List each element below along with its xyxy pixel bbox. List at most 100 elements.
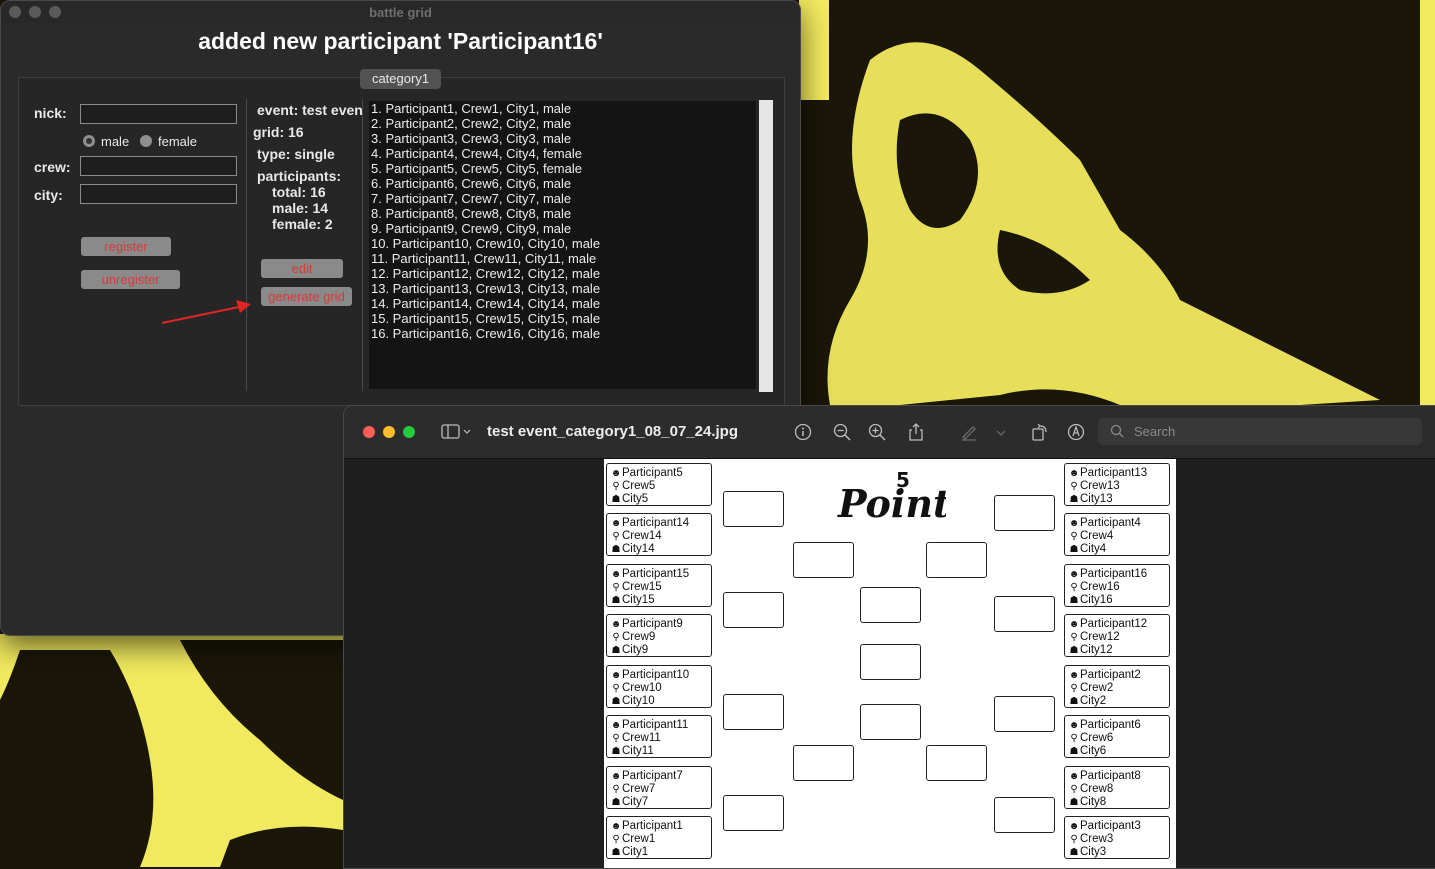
bracket-slot [723,491,784,527]
card-crew-row: ⚲ Crew6 [1068,732,1113,745]
card-crew-row: ⚲ Crew5 [610,480,655,493]
share-icon[interactable] [906,422,926,442]
card-city-row: ☗ City3 [1068,846,1107,859]
card-city-row: ☗ City14 [610,543,655,556]
people-icon: ☗ [1069,696,1079,707]
list-item[interactable]: 6. Participant6, Crew6, City6, male [369,176,756,191]
rotate-icon[interactable] [1030,422,1050,442]
zoom-out-icon[interactable] [832,422,852,442]
bracket-slot [793,745,854,781]
card-crew: Crew15 [622,581,662,593]
participant-card: ☻Participant6 ⚲ Crew6 ☗ City6 [1064,715,1170,758]
nick-field[interactable] [80,104,237,124]
markup-pen-icon[interactable] [959,422,979,442]
sidebar-icon[interactable] [440,422,474,442]
generate-grid-button[interactable]: generate grid [261,287,352,306]
register-button[interactable]: register [81,237,171,256]
window-title: battle grid [369,5,432,20]
card-name: Participant9 [622,618,683,630]
people-icon: ☗ [1069,595,1079,606]
people-icon: ☗ [611,544,621,555]
card-crew-row: ⚲ Crew9 [610,631,655,644]
minimize-button[interactable] [383,426,395,438]
card-city: City4 [1080,543,1107,555]
file-name: test event_category1_08_07_24.jpg [487,423,738,440]
card-crew-row: ⚲ Crew14 [610,530,661,543]
card-city-row: ☗ City9 [610,644,649,657]
avatar-icon: ☻ [1068,670,1080,681]
city-field[interactable] [80,184,237,204]
participant-card: ☻Participant12 ⚲ Crew12 ☗ City12 [1064,614,1170,657]
people-icon: ☗ [1069,645,1079,656]
list-item[interactable]: 12. Participant12, Crew12, City12, male [369,266,756,281]
list-item[interactable]: 14. Participant14, Crew14, City14, male [369,296,756,311]
card-city-row: ☗ City10 [610,695,655,708]
card-name-row: ☻Participant10 [610,669,689,682]
unregister-button[interactable]: unregister [81,270,180,289]
card-city-row: ☗ City1 [610,846,649,859]
chevron-down-icon[interactable] [994,422,1008,442]
participant-card: ☻Participant3 ⚲ Crew3 ☗ City3 [1064,816,1170,859]
list-item[interactable]: 16. Participant16, Crew16, City16, male [369,326,756,341]
list-item[interactable]: 10. Participant10, Crew10, City10, male [369,236,756,251]
list-scrollbar[interactable] [759,100,773,392]
avatar-icon: ☻ [610,821,622,832]
card-name-row: ☻Participant12 [1068,618,1147,631]
participant-card: ☻Participant15 ⚲ Crew15 ☗ City15 [606,564,712,607]
edit-button[interactable]: edit [261,259,343,278]
card-name-row: ☻Participant4 [1068,517,1141,530]
avatar-icon: ☻ [610,720,622,731]
info-icon[interactable] [793,422,813,442]
people-icon: ☗ [611,746,621,757]
list-item[interactable]: 2. Participant2, Crew2, City2, male [369,116,756,131]
list-item[interactable]: 9. Participant9, Crew9, City9, male [369,221,756,236]
card-city-row: ☗ City11 [610,745,654,758]
male-radio[interactable] [83,135,95,147]
card-name-row: ☻Participant14 [610,517,689,530]
avatar-icon: ☻ [610,670,622,681]
location-pin-icon: ⚲ [1070,481,1078,492]
male-count: male: 14 [272,200,329,216]
bracket-slot [926,542,987,578]
bracket-slot [860,587,921,623]
location-pin-icon: ⚲ [1070,784,1078,795]
list-item[interactable]: 11. Participant11, Crew11, City11, male [369,251,756,266]
participant-card: ☻Participant1 ⚲ Crew1 ☗ City1 [606,816,712,859]
location-pin-icon: ⚲ [612,784,620,795]
card-city: City2 [1080,695,1107,707]
card-crew-row: ⚲ Crew12 [1068,631,1119,644]
participant-list[interactable]: 1. Participant1, Crew1, City1, male 2. Pa… [369,101,756,389]
card-crew: Crew8 [1080,783,1114,795]
annotation-arrow [161,300,251,324]
card-crew-row: ⚲ Crew10 [610,682,661,695]
zoom-in-icon[interactable] [867,422,887,442]
zoom-button[interactable] [403,426,415,438]
card-city: City1 [622,846,649,858]
card-city: City13 [1080,493,1113,505]
location-pin-icon: ⚲ [612,481,620,492]
annotate-icon[interactable] [1066,422,1086,442]
tab-category1[interactable]: category1 [360,69,441,89]
list-item[interactable]: 3. Participant3, Crew3, City3, male [369,131,756,146]
card-city-row: ☗ City16 [1068,594,1113,607]
avatar-icon: ☻ [610,569,622,580]
card-city: City6 [1080,745,1107,757]
list-item[interactable]: 15. Participant15, Crew15, City15, male [369,311,756,326]
list-item[interactable]: 4. Participant4, Crew4, City4, female [369,146,756,161]
location-pin-icon: ⚲ [1070,531,1078,542]
list-item[interactable]: 13. Participant13, Crew13, City13, male [369,281,756,296]
search-field[interactable]: Search [1098,418,1422,445]
card-name-row: ☻Participant8 [1068,770,1141,783]
list-item[interactable]: 5. Participant5, Crew5, City5, female [369,161,756,176]
close-button[interactable] [363,426,375,438]
card-city: City11 [622,745,654,757]
crew-field[interactable] [80,156,237,176]
bracket-slot [994,596,1055,632]
list-item[interactable]: 1. Participant1, Crew1, City1, male [369,101,756,116]
card-name-row: ☻Participant5 [610,467,683,480]
female-radio[interactable] [140,135,152,147]
people-icon: ☗ [1069,494,1079,505]
list-item[interactable]: 8. Participant8, Crew8, City8, male [369,206,756,221]
list-item[interactable]: 7. Participant7, Crew7, City7, male [369,191,756,206]
people-icon: ☗ [611,595,621,606]
